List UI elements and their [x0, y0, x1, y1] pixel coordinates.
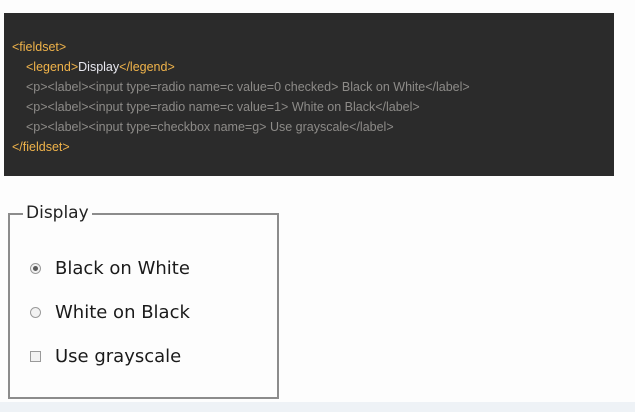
option-label-black-on-white: Black on White [55, 257, 190, 279]
radio-white-on-black[interactable] [30, 306, 41, 318]
option-black-on-white[interactable]: Black on White [30, 256, 190, 280]
radio-black-on-white[interactable] [30, 262, 41, 274]
code-line-fieldset-close: </fieldset> [12, 140, 70, 154]
code-line-legend: <legend>Display</legend> [26, 60, 175, 74]
display-fieldset: Display Black on White White on Black Us… [8, 202, 279, 399]
code-line-radio-2: <p><label><input type=radio name=c value… [26, 100, 420, 114]
option-label-white-on-black: White on Black [55, 301, 190, 323]
option-use-grayscale[interactable]: Use grayscale [30, 344, 181, 368]
checkbox-use-grayscale[interactable] [30, 350, 41, 362]
bottom-strip [0, 402, 635, 412]
option-white-on-black[interactable]: White on Black [30, 300, 190, 324]
option-label-use-grayscale: Use grayscale [55, 345, 182, 367]
code-line-radio-1: <p><label><input type=radio name=c value… [26, 80, 470, 94]
code-line-checkbox: <p><label><input type=checkbox name=g> U… [26, 120, 394, 134]
code-panel: <fieldset> <legend>Display</legend> <p><… [4, 13, 614, 176]
fieldset-legend: Display [23, 202, 92, 224]
code-line-fieldset-open: <fieldset> [12, 40, 67, 54]
